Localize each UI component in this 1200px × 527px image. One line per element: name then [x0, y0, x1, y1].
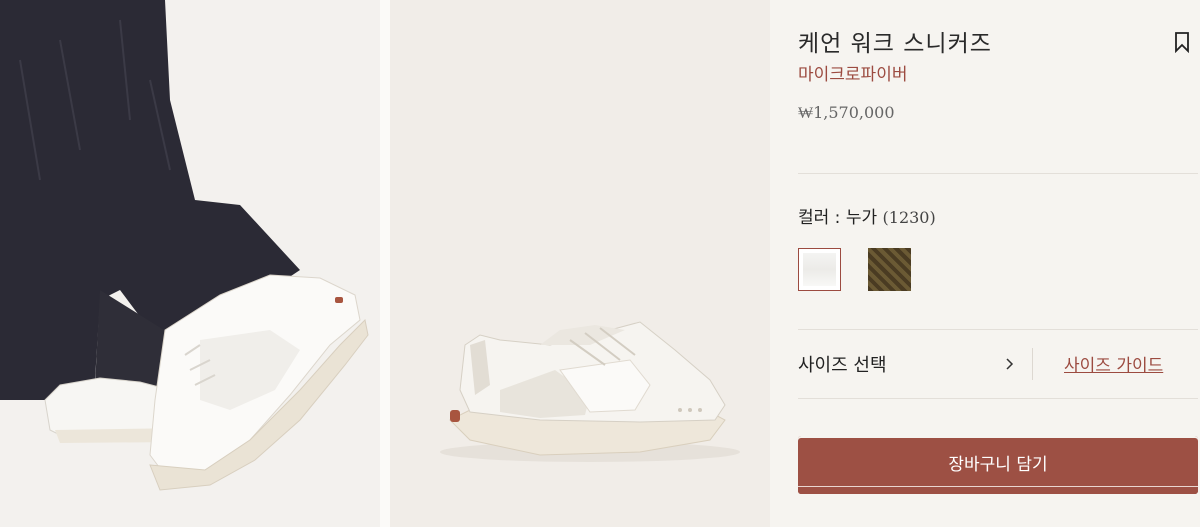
color-code: (1230) [882, 208, 936, 227]
color-label: 컬러 : 누가 (1230) [798, 203, 936, 228]
photo-illustration-shoe [390, 0, 770, 527]
chevron-right-icon [1006, 358, 1014, 370]
color-name: 컬러 : 누가 [798, 208, 878, 228]
size-select[interactable]: 사이즈 선택 사이즈 가이드 [798, 330, 1200, 398]
color-swatch-dark[interactable] [868, 248, 911, 291]
photo-illustration-worn [0, 0, 380, 527]
product-photo-worn[interactable] [0, 0, 380, 527]
color-swatch-nougat[interactable] [798, 248, 841, 291]
divider-size [798, 398, 1198, 399]
product-info-panel: 케언 워크 스니커즈 마이크로파이버 ₩1,570,000 컬러 : 누가 (1… [798, 0, 1200, 527]
add-to-cart-button[interactable]: 장바구니 담기 [798, 436, 1198, 494]
add-to-cart-label: 장바구니 담기 [948, 454, 1048, 475]
product-photo-side[interactable] [390, 0, 770, 527]
bookmark-icon[interactable] [1174, 31, 1190, 53]
photo-gap [380, 0, 390, 527]
product-title: 케언 워크 스니커즈 [798, 31, 992, 57]
size-select-label: 사이즈 선택 [798, 355, 887, 376]
divider-price [798, 173, 1198, 174]
product-material: 마이크로파이버 [798, 65, 908, 85]
size-guide-link[interactable]: 사이즈 가이드 [1064, 351, 1163, 376]
product-price: ₩1,570,000 [798, 103, 895, 122]
size-row-separator [1032, 348, 1033, 380]
